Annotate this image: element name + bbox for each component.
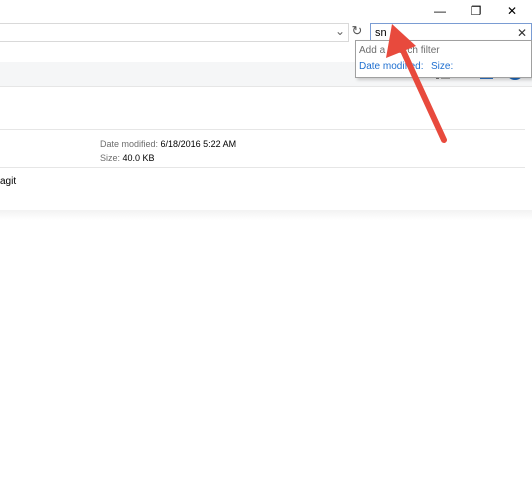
- search-clear-button[interactable]: ✕: [517, 24, 527, 41]
- refresh-button[interactable]: ↻: [350, 23, 364, 39]
- close-icon: ✕: [516, 25, 527, 40]
- row-divider: [0, 167, 525, 168]
- size-label: Size:: [100, 153, 121, 163]
- size-value: 40.0 KB: [122, 153, 155, 163]
- close-window-button[interactable]: ✕: [492, 0, 532, 22]
- close-icon: ✕: [506, 4, 518, 18]
- minimize-button[interactable]: —: [420, 0, 460, 22]
- address-bar[interactable]: [0, 23, 349, 42]
- date-label: Date modified:: [100, 139, 159, 149]
- title-bar: — ❐ ✕: [0, 0, 532, 22]
- list-end-shadow: [0, 210, 532, 220]
- annotation-arrow-icon: [386, 24, 447, 143]
- chevron-down-icon: ⌄: [334, 24, 346, 38]
- list-item-name[interactable]: agit: [0, 176, 16, 187]
- minimize-icon: —: [434, 4, 446, 18]
- file-date-detail: Date modified: 6/18/2016 5:22 AM: [100, 139, 236, 149]
- restore-button[interactable]: ❐: [456, 0, 496, 22]
- address-history-button[interactable]: ⌄: [334, 23, 346, 39]
- date-value: 6/18/2016 5:22 AM: [160, 139, 237, 149]
- restore-icon: ❐: [470, 4, 482, 18]
- file-size-detail: Size: 40.0 KB: [100, 153, 155, 163]
- refresh-icon: ↻: [351, 23, 363, 38]
